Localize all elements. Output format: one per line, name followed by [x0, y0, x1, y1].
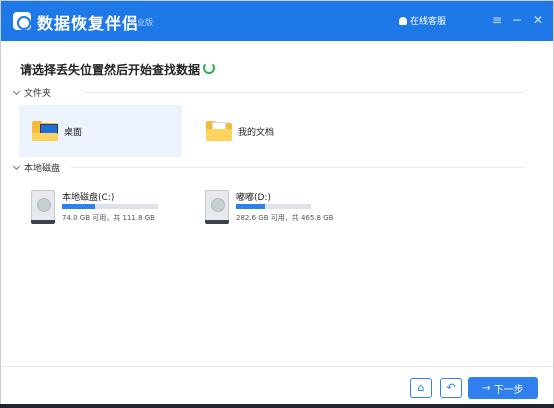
disk-section-label: 本地磁盘: [24, 164, 61, 174]
minimize-button[interactable]: −: [510, 11, 524, 29]
section-divider: [71, 167, 525, 168]
disk-name: 嘟嘟(D:): [236, 193, 271, 203]
taskbar-strip: [0, 404, 554, 408]
menu-button[interactable]: ≡: [490, 11, 504, 29]
desktop-folder-icon: [32, 121, 58, 141]
undo-button[interactable]: ↶: [440, 378, 462, 398]
disk-item-c[interactable]: 本地磁盘(C:) 74.0 GB 可用，共 111.8 GB: [31, 190, 181, 236]
disk-usage-fill: [236, 204, 266, 209]
folder-section-label: 文件夹: [24, 89, 52, 99]
online-service-label: 在线客服: [410, 17, 447, 27]
online-service-button[interactable]: 在线客服: [399, 14, 446, 27]
app-window: 数据恢复伴侣 专业版 在线客服 ≡ − ✕ 请选择丢失位置然后开始查找数据 文件…: [0, 0, 554, 408]
chevron-down-icon: [12, 162, 21, 170]
section-divider: [83, 92, 525, 93]
app-logo-icon: [13, 12, 31, 30]
next-step-button[interactable]: → 下一步: [468, 377, 538, 399]
folder-label: 我的文档: [238, 127, 275, 138]
folder-section-toggle[interactable]: 文件夹: [12, 86, 52, 99]
folder-item-desktop[interactable]: 桌面: [19, 105, 182, 157]
disk-name: 本地磁盘(C:): [62, 193, 115, 203]
headset-icon: [399, 16, 407, 25]
home-button[interactable]: ⌂: [410, 378, 432, 398]
disk-usage-bar: [236, 204, 311, 209]
disk-usage-fill: [62, 204, 95, 209]
next-step-label: 下一步: [493, 384, 524, 396]
footer-divider: [1, 366, 553, 367]
hard-drive-icon: [31, 190, 55, 224]
disk-item-d[interactable]: 嘟嘟(D:) 282.6 GB 可用，共 465.8 GB: [205, 190, 355, 236]
disk-usage-bar: [62, 204, 158, 209]
hard-drive-icon: [205, 190, 229, 224]
folder-label: 桌面: [64, 127, 83, 138]
app-title: 数据恢复伴侣: [37, 14, 140, 33]
disk-capacity: 282.6 GB 可用，共 465.8 GB: [236, 214, 334, 222]
folder-item-documents[interactable]: 我的文档: [193, 105, 356, 157]
refresh-icon[interactable]: [203, 62, 215, 74]
documents-folder-icon: [206, 121, 232, 141]
arrow-right-icon: →: [482, 382, 491, 394]
title-bar: 数据恢复伴侣 专业版 在线客服 ≡ − ✕: [1, 1, 553, 41]
disk-section-toggle[interactable]: 本地磁盘: [12, 161, 61, 174]
chevron-down-icon: [12, 87, 21, 95]
page-title: 请选择丢失位置然后开始查找数据: [20, 63, 201, 77]
disk-capacity: 74.0 GB 可用，共 111.8 GB: [62, 214, 155, 222]
app-edition: 专业版: [129, 18, 153, 27]
close-button[interactable]: ✕: [531, 11, 545, 29]
